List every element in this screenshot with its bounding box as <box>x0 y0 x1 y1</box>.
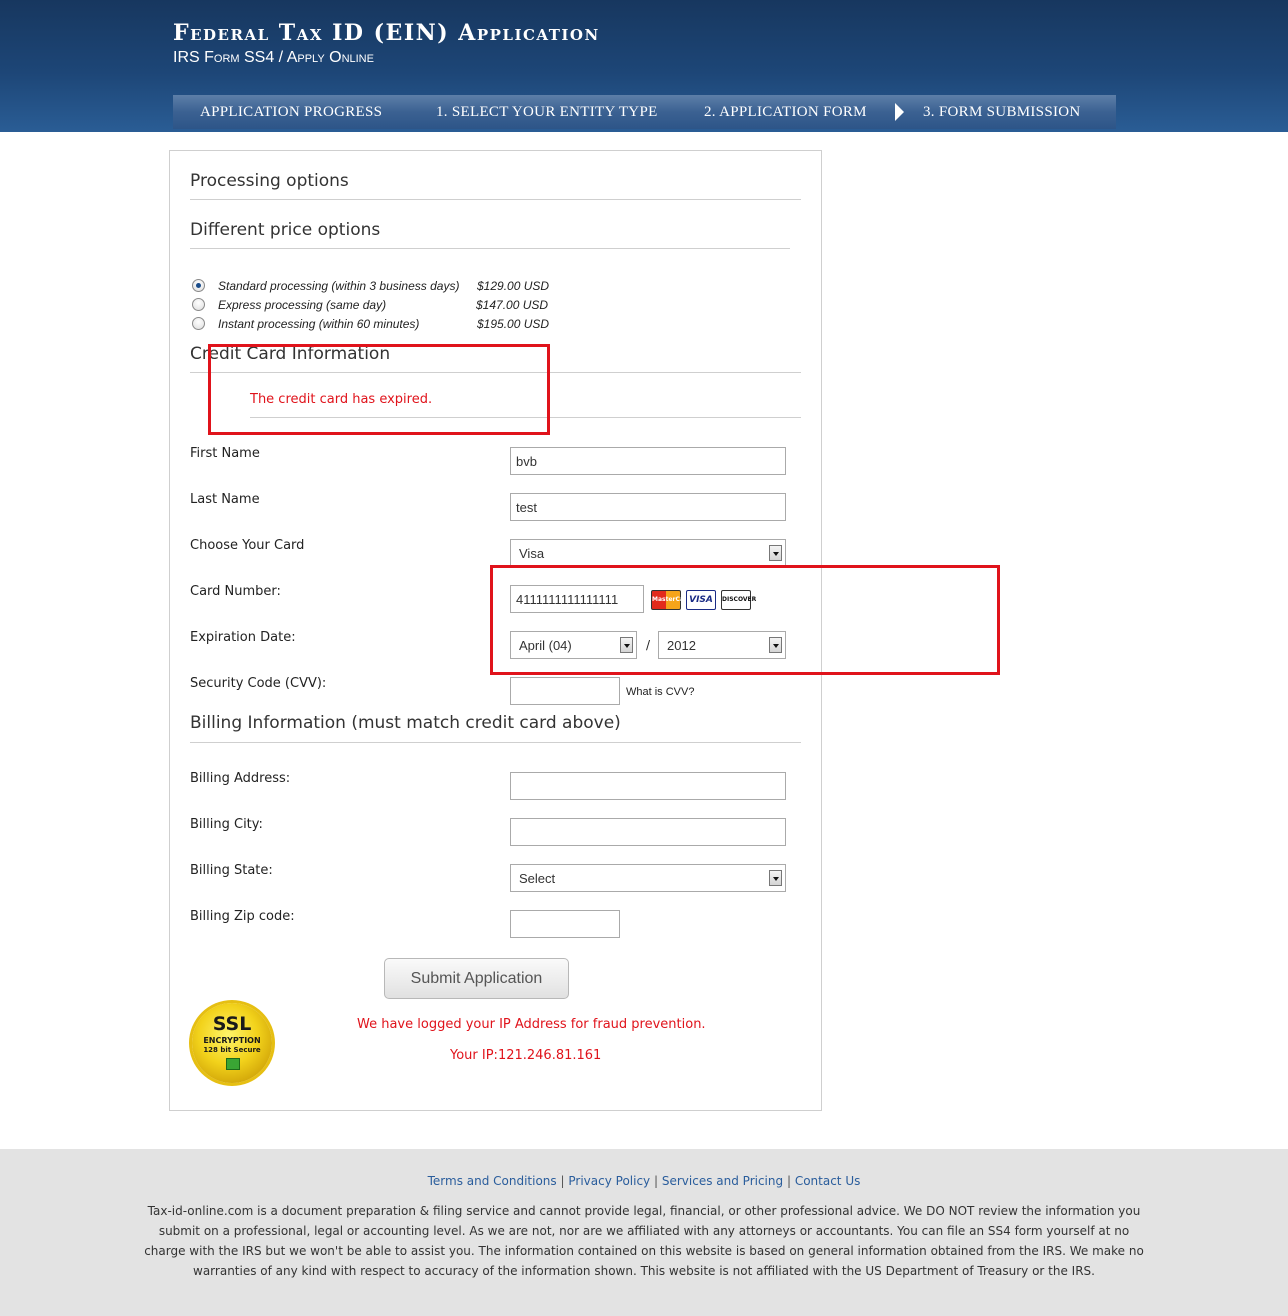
billing-address-label: Billing Address: <box>190 771 291 786</box>
ssl-badge-text: ENCRYPTION <box>203 1036 261 1045</box>
expiration-label: Expiration Date: <box>190 630 296 645</box>
price-options-title: Different price options <box>190 220 381 240</box>
billing-zip-input[interactable] <box>510 910 620 938</box>
radio-express[interactable] <box>192 298 205 311</box>
option-instant[interactable]: Instant processing (within 60 minutes) $… <box>192 317 592 333</box>
billing-city-label: Billing City: <box>190 817 263 832</box>
site-title: Federal Tax ID (EIN) Application <box>173 20 600 46</box>
radio-instant[interactable] <box>192 317 205 330</box>
link-separator: | <box>560 1174 565 1188</box>
check-icon <box>226 1058 240 1070</box>
billing-state-select[interactable]: Select <box>510 864 786 892</box>
chevron-down-icon[interactable] <box>769 870 782 886</box>
processing-options-title: Processing options <box>190 171 349 191</box>
terms-link[interactable]: Terms and Conditions <box>428 1174 557 1188</box>
submit-application-button[interactable]: Submit Application <box>384 958 569 999</box>
last-name-input[interactable]: test <box>510 493 786 521</box>
footer-disclaimer: Tax-id-online.com is a document preparat… <box>144 1204 1144 1278</box>
contact-link[interactable]: Contact Us <box>795 1174 861 1188</box>
cvv-input[interactable] <box>510 677 620 705</box>
card-highlight-box <box>490 565 1000 675</box>
option-price: $195.00 USD <box>477 317 550 331</box>
ssl-badge-text: SSL <box>212 1013 252 1035</box>
option-label: Standard processing (within 3 business d… <box>218 279 460 293</box>
footer-links: Terms and Conditions | Privacy Policy | … <box>0 1174 1288 1188</box>
site-subtitle: IRS Form SS4 / Apply Online <box>173 49 374 66</box>
option-price: $147.00 USD <box>476 298 549 312</box>
billing-title: Billing Information (must match credit c… <box>190 713 621 733</box>
chevron-down-icon[interactable] <box>769 545 782 561</box>
error-highlight-box <box>208 344 550 435</box>
card-type-value: Visa <box>519 546 545 561</box>
nav-application-progress: APPLICATION PROGRESS <box>200 104 383 120</box>
link-separator: | <box>786 1174 791 1188</box>
first-name-label: First Name <box>190 446 260 461</box>
ip-address: Your IP:121.246.81.161 <box>450 1048 602 1063</box>
progress-nav: APPLICATION PROGRESS 1. SELECT YOUR ENTI… <box>173 95 1116 129</box>
services-link[interactable]: Services and Pricing <box>662 1174 783 1188</box>
card-type-select[interactable]: Visa <box>510 539 786 567</box>
billing-address-input[interactable] <box>510 772 786 800</box>
nav-application-form[interactable]: 2. APPLICATION FORM <box>704 104 867 121</box>
current-step-arrow-icon <box>895 103 904 121</box>
fraud-notice: We have logged your IP Address for fraud… <box>357 1017 706 1032</box>
billing-state-label: Billing State: <box>190 863 273 878</box>
link-separator: | <box>653 1174 659 1188</box>
ssl-badge-icon: SSL ENCRYPTION 128 bit Secure <box>192 1003 272 1083</box>
divider <box>190 742 801 743</box>
option-label: Instant processing (within 60 minutes) <box>218 317 420 331</box>
billing-city-input[interactable] <box>510 818 786 846</box>
billing-zip-label: Billing Zip code: <box>190 909 295 924</box>
divider <box>190 248 790 249</box>
option-label: Express processing (same day) <box>218 298 387 312</box>
divider <box>190 199 801 200</box>
nav-select-entity[interactable]: 1. SELECT YOUR ENTITY TYPE <box>436 104 658 121</box>
option-price: $129.00 USD <box>477 279 550 293</box>
site-footer: Terms and Conditions | Privacy Policy | … <box>0 1149 1288 1316</box>
option-express[interactable]: Express processing (same day) $147.00 US… <box>192 298 592 314</box>
last-name-label: Last Name <box>190 492 260 507</box>
site-header: Federal Tax ID (EIN) Application IRS For… <box>0 0 1288 132</box>
option-standard[interactable]: Standard processing (within 3 business d… <box>192 279 592 295</box>
ssl-badge-text: 128 bit Secure <box>203 1046 261 1054</box>
what-is-cvv-link[interactable]: What is CVV? <box>626 686 694 698</box>
card-type-label: Choose Your Card <box>190 538 305 553</box>
first-name-input[interactable]: bvb <box>510 447 786 475</box>
cvv-label: Security Code (CVV): <box>190 676 327 691</box>
card-number-label: Card Number: <box>190 584 281 599</box>
billing-state-value: Select <box>519 871 556 886</box>
privacy-link[interactable]: Privacy Policy <box>568 1174 650 1188</box>
radio-standard[interactable] <box>192 279 205 292</box>
nav-form-submission[interactable]: 3. FORM SUBMISSION <box>923 104 1081 121</box>
